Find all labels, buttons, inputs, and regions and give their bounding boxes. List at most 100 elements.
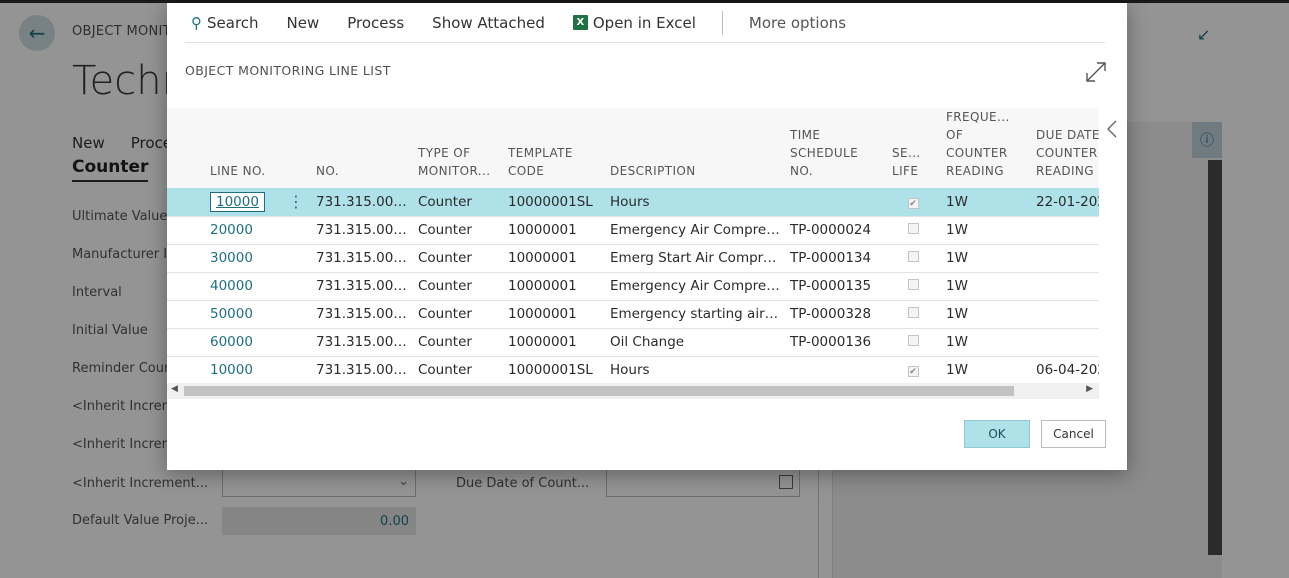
se-life-checkbox[interactable]: ✔ [888,356,942,385]
collapse-icon[interactable]: ↙ [1197,25,1210,44]
type-cell: Counter [414,356,504,385]
new-button[interactable]: New [273,14,334,32]
row-actions[interactable] [280,272,312,301]
table-row[interactable]: 10000 731.315.0013 Counter 10000001SL Hours ✔… [167,356,1099,385]
se-life-checkbox[interactable] [888,300,942,329]
no-cell: 731.315.0010 [312,216,414,245]
table-row[interactable]: 20000 731.315.0010 Counter 10000001 Emergenc… [167,216,1099,245]
line-no-cell[interactable]: 20000 [167,216,280,245]
line-no-cell[interactable]: 10000 [167,188,280,217]
scroll-left-icon[interactable]: ◀ [171,384,178,394]
table-row[interactable]: 40000 731.315.0010 Counter 10000001 Emergenc… [167,272,1099,301]
se-life-checkbox[interactable]: ✔ [888,188,942,217]
frequency-cell: 1W [942,244,1032,273]
checkbox-icon[interactable] [907,307,919,318]
expand-icon[interactable] [1083,59,1109,85]
toolbar-separator [721,10,723,35]
col-header-due-date[interactable]: DUE DATE OF COUNTER READING [1032,108,1099,188]
cancel-button[interactable]: Cancel [1041,420,1106,448]
search-button[interactable]: ⚲ Search [185,14,273,32]
scroll-right-icon[interactable]: ▶ [1086,384,1093,394]
description-cell: Oil Change [606,328,786,357]
checkbox-icon[interactable] [907,335,919,346]
line-no-link[interactable]: 20000 [210,222,253,238]
page-new-action[interactable]: New [72,134,105,152]
field-label: Interval [72,285,122,300]
col-header-se-life[interactable]: SE... LIFE [888,108,942,188]
frequency-cell: 1W [942,272,1032,301]
line-no-link[interactable]: 10000 [210,191,265,212]
table-row[interactable]: 60000 731.315.0010 Counter 10000001 Oil Chan… [167,328,1099,357]
line-no-cell[interactable]: 40000 [167,272,280,301]
search-icon: ⚲ [191,13,202,32]
field-label: <Inherit Increment... [72,476,209,491]
schedule-cell [786,188,888,217]
ok-button[interactable]: OK [964,420,1030,448]
line-no-cell[interactable]: 60000 [167,328,280,357]
row-actions[interactable] [280,216,312,245]
checkbox-icon[interactable] [907,223,919,234]
due-date-cell [1032,300,1099,329]
line-no-link[interactable]: 10000 [210,362,253,378]
se-life-checkbox[interactable] [888,328,942,357]
back-arrow-icon[interactable]: ← [19,15,55,51]
col-header-type[interactable]: TYPE OF MONITOR... [414,108,504,188]
checkbox-icon[interactable] [907,251,919,262]
inherit-increment-select[interactable]: ⌄ [222,469,416,497]
row-actions[interactable] [280,300,312,329]
table-row[interactable]: 10000 ⋮ 731.315.0010 Counter 10000001SL Hours… [167,188,1099,217]
schedule-cell: TP-0000024 [786,216,888,245]
more-vertical-icon[interactable]: ⋮ [288,192,304,211]
calendar-icon[interactable] [779,475,793,489]
info-icon[interactable]: ⓘ [1192,122,1222,158]
se-life-checkbox[interactable] [888,216,942,245]
due-date-field[interactable] [606,469,800,497]
show-attached-button[interactable]: Show Attached [418,14,559,32]
process-menu[interactable]: Process [333,14,418,32]
type-cell: Counter [414,244,504,273]
col-header-description[interactable]: DESCRIPTION [606,108,786,188]
checked-checkbox-icon[interactable]: ✔ [907,366,919,377]
excel-icon: X [572,15,588,30]
row-actions[interactable] [280,328,312,357]
template-code-cell: 10000001 [504,300,606,329]
checked-checkbox-icon[interactable]: ✔ [907,197,919,209]
open-in-excel-button[interactable]: X Open in Excel [559,14,710,32]
table-row[interactable]: 30000 731.315.0010 Counter 10000001 Emerg St… [167,244,1099,273]
field-label: Reminder Coun [72,361,173,376]
line-no-link[interactable]: 40000 [210,278,253,294]
col-header-no[interactable]: NO. [312,108,414,188]
row-actions[interactable]: ⋮ [280,188,312,217]
line-no-link[interactable]: 60000 [210,334,253,350]
line-no-cell[interactable]: 50000 [167,300,280,329]
checkbox-icon[interactable] [907,279,919,290]
scrollbar-thumb[interactable] [184,386,1014,396]
col-header-template[interactable]: TEMPLATE CODE [504,108,606,188]
line-no-cell[interactable]: 10000 [167,356,280,385]
line-no-link[interactable]: 50000 [210,306,253,322]
frequency-cell: 1W [942,216,1032,245]
col-header-frequency[interactable]: FREQUE... OF COUNTER READING [942,108,1032,188]
row-actions[interactable] [280,244,312,273]
se-life-checkbox[interactable] [888,272,942,301]
col-header-line-no[interactable]: LINE NO. [167,108,280,188]
default-value-field[interactable]: 0.00 [222,507,416,535]
schedule-cell [786,356,888,385]
horizontal-scrollbar[interactable]: ◀ ▶ [167,383,1099,399]
se-life-checkbox[interactable] [888,244,942,273]
due-date-cell [1032,272,1099,301]
counter-section-title[interactable]: Counter [72,157,149,182]
table-row[interactable]: 50000 731.315.0010 Counter 10000001 Emergenc… [167,300,1099,329]
no-cell: 731.315.0010 [312,328,414,357]
page-scrollbar[interactable] [1208,160,1222,555]
page-process-action[interactable]: Proce [131,134,172,152]
chevron-left-icon[interactable] [1105,119,1119,139]
more-options-button[interactable]: More options [735,14,860,32]
row-actions[interactable] [280,356,312,385]
frequency-cell: 1W [942,188,1032,217]
line-no-link[interactable]: 30000 [210,250,253,266]
line-no-cell[interactable]: 30000 [167,244,280,273]
schedule-cell: TP-0000135 [786,272,888,301]
col-header-schedule[interactable]: TIME SCHEDULE NO. [786,108,888,188]
template-code-cell: 10000001SL [504,188,606,217]
